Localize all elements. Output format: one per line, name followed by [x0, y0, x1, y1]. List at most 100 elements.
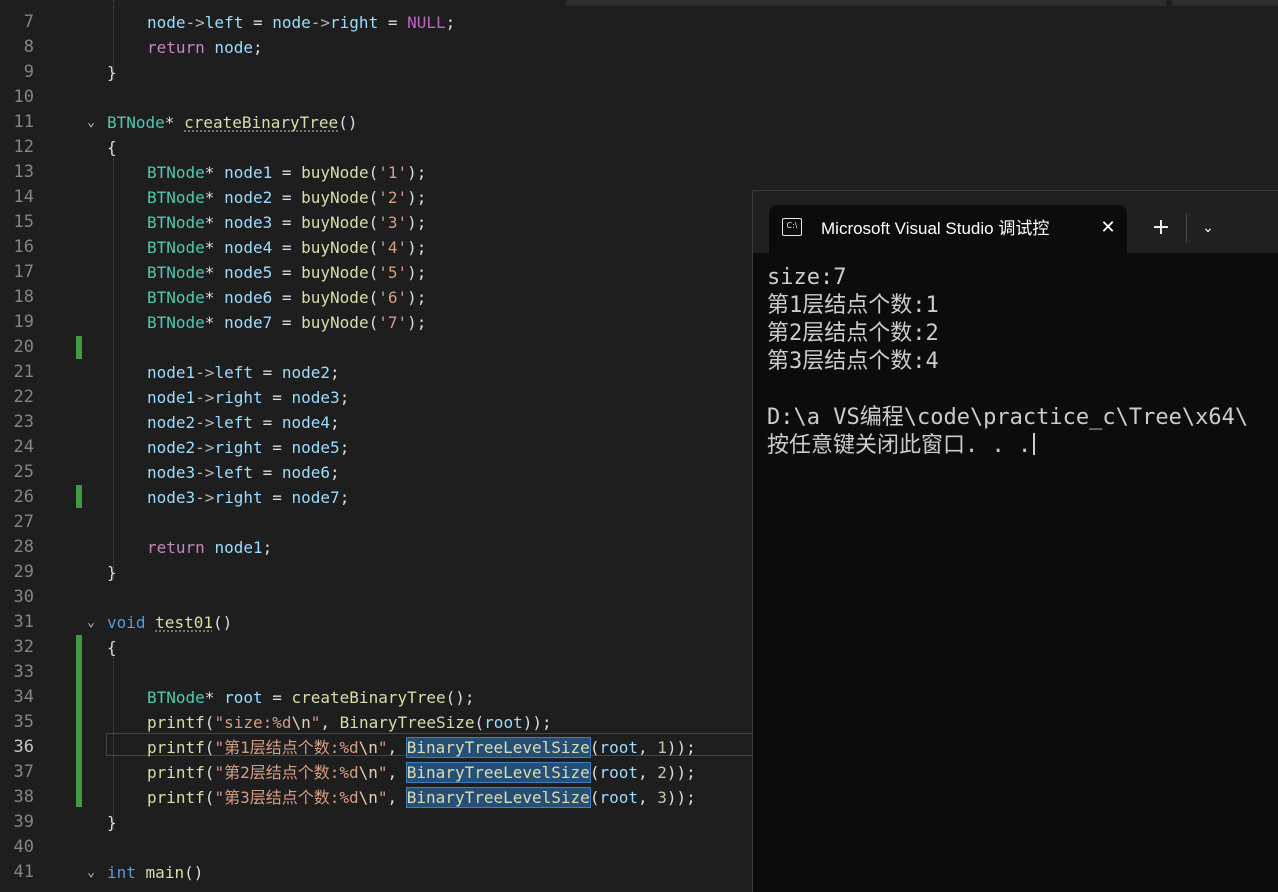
- token: node3: [147, 488, 196, 507]
- console-line: 第3层结点个数:4: [767, 349, 939, 374]
- line-number: 41: [13, 862, 34, 882]
- code-line-27: 27: [0, 510, 760, 535]
- token: =: [252, 363, 282, 382]
- text-cursor: [1033, 433, 1036, 455]
- console-line: 按任意键关闭此窗口. . .: [767, 432, 1278, 460]
- token: createBinaryTree: [184, 113, 339, 132]
- token: ): [407, 188, 417, 207]
- line-number: 22: [13, 387, 34, 407]
- line-number: 28: [13, 537, 34, 557]
- new-tab-button[interactable]: +: [1149, 215, 1173, 241]
- token: *: [204, 188, 225, 207]
- highlighted-symbol[interactable]: BinaryTreeLevelSize: [405, 787, 591, 808]
- token: node2: [281, 363, 331, 382]
- token: BTNode: [107, 113, 165, 132]
- code-line-18: 18 BTNode* node6 = buyNode('6');: [0, 285, 760, 310]
- token: ;: [445, 13, 456, 32]
- code-line-8: 8 return node;: [0, 35, 760, 60]
- token: BTNode: [147, 263, 205, 282]
- code-line-9: 9 }: [0, 60, 760, 85]
- token: node2: [147, 438, 196, 457]
- token: ;: [416, 188, 427, 207]
- console-line: D:\a VS编程\code\practice_c\Tree\x64\: [767, 405, 1249, 430]
- token: node2: [224, 188, 273, 207]
- token: ->: [195, 463, 215, 482]
- line-number: 23: [13, 412, 34, 432]
- token: ));: [666, 763, 696, 782]
- token: ;: [252, 38, 263, 57]
- token: 3: [657, 788, 667, 807]
- token: int: [107, 863, 136, 882]
- token: printf: [147, 788, 205, 807]
- token: *: [204, 263, 225, 282]
- token: '3': [378, 213, 408, 232]
- token: root: [599, 788, 638, 807]
- token: ;: [464, 688, 475, 707]
- token: node1: [224, 163, 273, 182]
- token: ": [377, 788, 388, 807]
- token: left: [214, 463, 253, 482]
- token: }: [107, 63, 117, 82]
- token: (: [368, 163, 379, 182]
- line-number: 13: [13, 162, 34, 182]
- token: ;: [330, 363, 340, 382]
- token: root: [599, 763, 638, 782]
- token: ->: [195, 388, 215, 407]
- token: ;: [339, 488, 350, 507]
- code-line-13: 13 BTNode* node1 = buyNode('1');: [0, 160, 760, 185]
- token: node1: [147, 363, 196, 382]
- line-number: 39: [13, 812, 34, 832]
- token: ,: [320, 713, 340, 732]
- token: '5': [378, 263, 408, 282]
- token: buyNode: [301, 163, 369, 182]
- token: {: [107, 638, 117, 657]
- token: ;: [262, 538, 273, 557]
- code-line-21: 21 node1->left = node2;: [0, 360, 760, 385]
- token: buyNode: [301, 213, 369, 232]
- chevron-down-icon[interactable]: ⌄: [1197, 215, 1219, 241]
- code-line-26: 26 node3->right = node7;: [0, 485, 760, 510]
- highlighted-symbol[interactable]: BinaryTreeLevelSize: [405, 762, 591, 783]
- token: *: [164, 113, 185, 132]
- token: ,: [387, 738, 407, 757]
- token: node2: [147, 413, 196, 432]
- token: (: [368, 313, 379, 332]
- fold-toggle-icon[interactable]: ⌄: [84, 860, 98, 885]
- console-output[interactable]: size:7 第1层结点个数:1 第2层结点个数:2 第3层结点个数:4 D:\…: [767, 264, 1278, 460]
- token: =: [272, 188, 302, 207]
- token: ,: [387, 763, 407, 782]
- token: node: [272, 13, 311, 32]
- token: ;: [416, 313, 427, 332]
- line-number: 25: [13, 462, 34, 482]
- line-number: 12: [13, 137, 34, 157]
- token: buyNode: [301, 188, 369, 207]
- console-tab[interactable]: C:\ Microsoft Visual Studio 调试控 ✕: [769, 205, 1127, 253]
- code-line-32: 32 {: [0, 635, 760, 660]
- token: void: [107, 613, 146, 632]
- token: =: [252, 413, 282, 432]
- console-titlebar[interactable]: C:\ Microsoft Visual Studio 调试控 ✕ + ⌄: [753, 191, 1278, 253]
- token: "第2层结点个数:%d: [214, 763, 359, 782]
- token: ;: [416, 288, 427, 307]
- code-line-33: 33: [0, 660, 760, 685]
- code-line-19: 19 BTNode* node7 = buyNode('7');: [0, 310, 760, 335]
- token: ": [377, 763, 388, 782]
- token: ": [310, 713, 321, 732]
- token: ): [407, 163, 417, 182]
- code-line-40: 40: [0, 835, 760, 860]
- token: BTNode: [147, 688, 205, 707]
- fold-toggle-icon[interactable]: ⌄: [84, 110, 98, 135]
- token: (: [204, 763, 215, 782]
- debug-console-window[interactable]: C:\ Microsoft Visual Studio 调试控 ✕ + ⌄ si…: [752, 190, 1278, 892]
- token: node3: [147, 463, 196, 482]
- line-number: 10: [13, 87, 34, 107]
- console-line: size:7: [767, 265, 847, 290]
- fold-toggle-icon[interactable]: ⌄: [84, 610, 98, 635]
- token: main: [145, 863, 185, 882]
- line-number: 34: [13, 687, 34, 707]
- line-number: 11: [13, 112, 34, 132]
- highlighted-symbol[interactable]: BinaryTreeLevelSize: [405, 737, 591, 758]
- token: ;: [339, 388, 350, 407]
- close-icon[interactable]: ✕: [1097, 216, 1119, 240]
- token: *: [204, 288, 225, 307]
